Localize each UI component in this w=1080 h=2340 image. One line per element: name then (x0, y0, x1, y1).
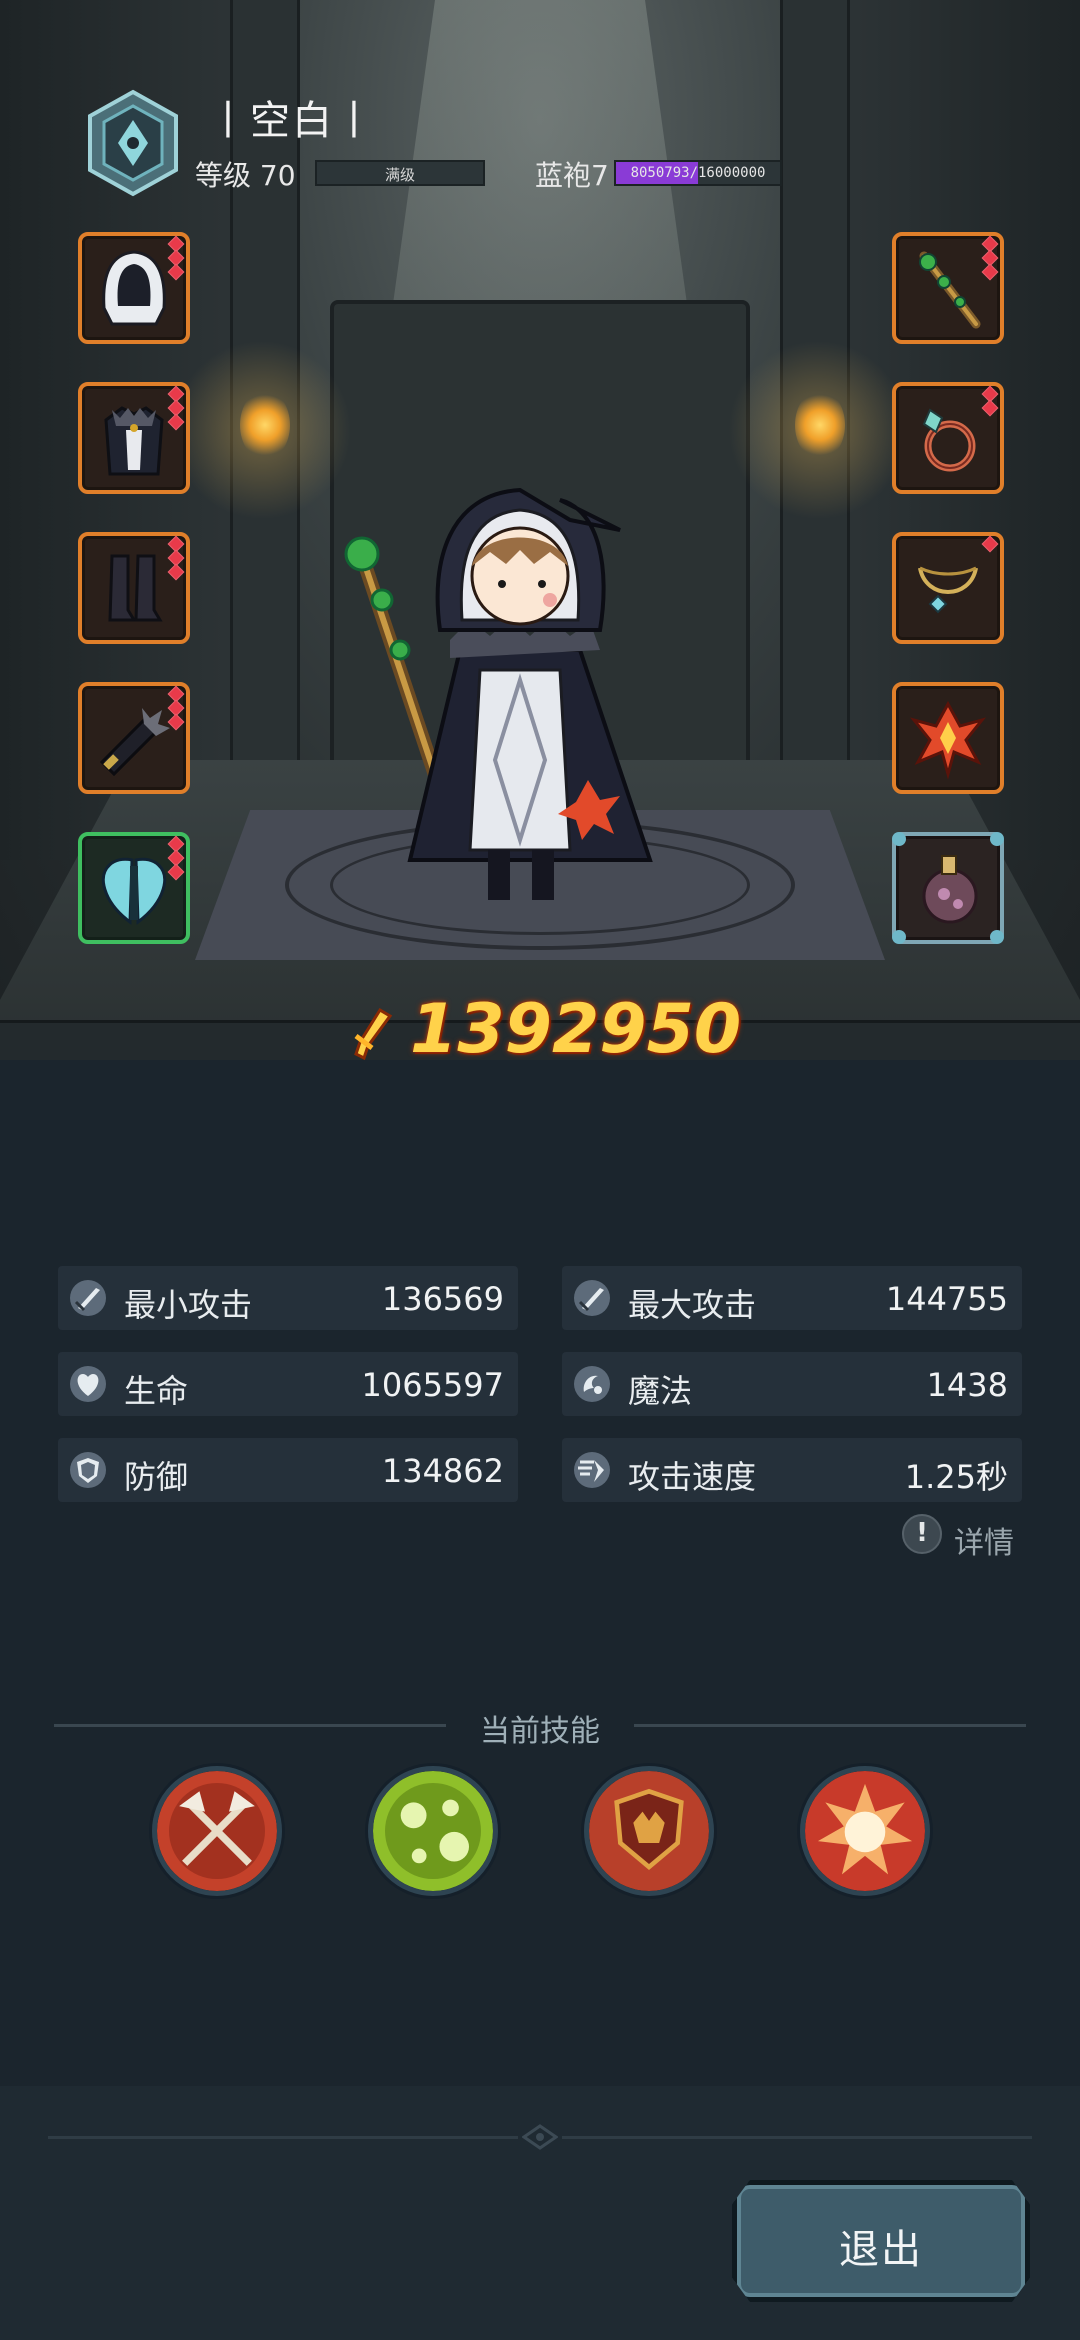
stat-mp: 魔法 1438 (562, 1352, 1022, 1416)
stat-attack-speed: 攻击速度 1.25秒 (562, 1438, 1022, 1502)
torch-right (795, 390, 845, 460)
sword-icon (70, 1280, 106, 1316)
exit-button[interactable]: 退出 (732, 2180, 1030, 2302)
stat-hp: 生命 1065597 (58, 1352, 518, 1416)
combat-power: 1392950 (350, 990, 750, 1070)
exp-progress-bar: 8050793/16000000 (614, 160, 782, 186)
sword-power-icon (354, 1007, 393, 1061)
stat-max-attack: 最大攻击 144755 (562, 1266, 1022, 1330)
skill-slot-1[interactable] (152, 1766, 282, 1896)
torch-left (240, 390, 290, 460)
shield-icon (70, 1452, 106, 1488)
crossed-axes-icon (157, 1771, 277, 1891)
hero-character (344, 487, 653, 900)
skill-slot-3[interactable] (584, 1766, 714, 1896)
boots-icon (108, 554, 163, 622)
exit-button-label: 退出 (839, 2227, 923, 2273)
stat-defense: 防御 134862 (58, 1438, 518, 1502)
level-progress-bar: 满级 (315, 160, 485, 186)
stat-value: 134862 (381, 1452, 504, 1490)
stat-name: 魔法 (628, 1372, 693, 1410)
stat-value: 1.25秒 (904, 1458, 1008, 1496)
stat-min-attack: 最小攻击 136569 (58, 1266, 518, 1330)
necklace-icon (918, 566, 978, 614)
stat-value: 1065597 (361, 1366, 504, 1404)
equip-slot-weapon[interactable] (892, 232, 1004, 344)
rank-label: 蓝袍7 (535, 159, 609, 192)
skill-slot-4[interactable] (800, 1766, 930, 1896)
gauntlet-icon (99, 708, 170, 777)
equip-slot-armor[interactable] (78, 382, 190, 494)
wings-icon (101, 857, 167, 925)
staff-icon (919, 251, 981, 329)
exp-text: 8050793/16000000 (630, 165, 766, 181)
guard-shield-icon (589, 1771, 709, 1891)
stat-value: 1438 (926, 1366, 1008, 1404)
potion-icon (922, 855, 978, 924)
equip-slot-potion[interactable] (892, 832, 1004, 944)
hood-icon (102, 250, 166, 326)
equip-slot-hood[interactable] (78, 232, 190, 344)
equip-slot-emblem[interactable] (892, 682, 1004, 794)
emblem-icon (909, 700, 987, 780)
level-label: 等级 70 (195, 159, 296, 192)
info-icon (902, 1514, 942, 1554)
skill-slot-2[interactable] (368, 1766, 498, 1896)
equip-slot-necklace[interactable] (892, 532, 1004, 644)
ring-icon (922, 408, 976, 472)
stat-name: 最小攻击 (124, 1286, 253, 1324)
level-bar-text: 满级 (384, 166, 415, 184)
equip-slot-boots[interactable] (78, 532, 190, 644)
stat-value: 136569 (381, 1280, 504, 1318)
divider-ornament-icon (522, 2124, 558, 2150)
heart-icon (70, 1366, 106, 1402)
stat-value: 144755 (885, 1280, 1008, 1318)
stat-name: 生命 (124, 1372, 189, 1410)
stat-name: 攻击速度 (628, 1458, 757, 1496)
magic-icon (574, 1366, 610, 1402)
gem-indicator (167, 235, 185, 281)
equip-slot-wings[interactable] (78, 832, 190, 944)
speed-icon (574, 1452, 610, 1488)
equip-slot-gloves[interactable] (78, 682, 190, 794)
fur-armor-icon (104, 406, 164, 476)
poison-bubbles-icon (373, 1771, 493, 1891)
skills-title: 当前技能 (480, 1714, 600, 1749)
player-name: 丨空白丨 (208, 98, 376, 144)
explosion-icon (805, 1771, 925, 1891)
detail-label: 详情 (954, 1526, 1014, 1561)
equip-slot-ring[interactable] (892, 382, 1004, 494)
rank-emblem-icon (88, 89, 178, 197)
stat-name: 最大攻击 (628, 1286, 757, 1324)
combat-power-value: 1392950 (410, 990, 742, 1069)
sword-icon (574, 1280, 610, 1316)
stat-name: 防御 (124, 1458, 189, 1496)
